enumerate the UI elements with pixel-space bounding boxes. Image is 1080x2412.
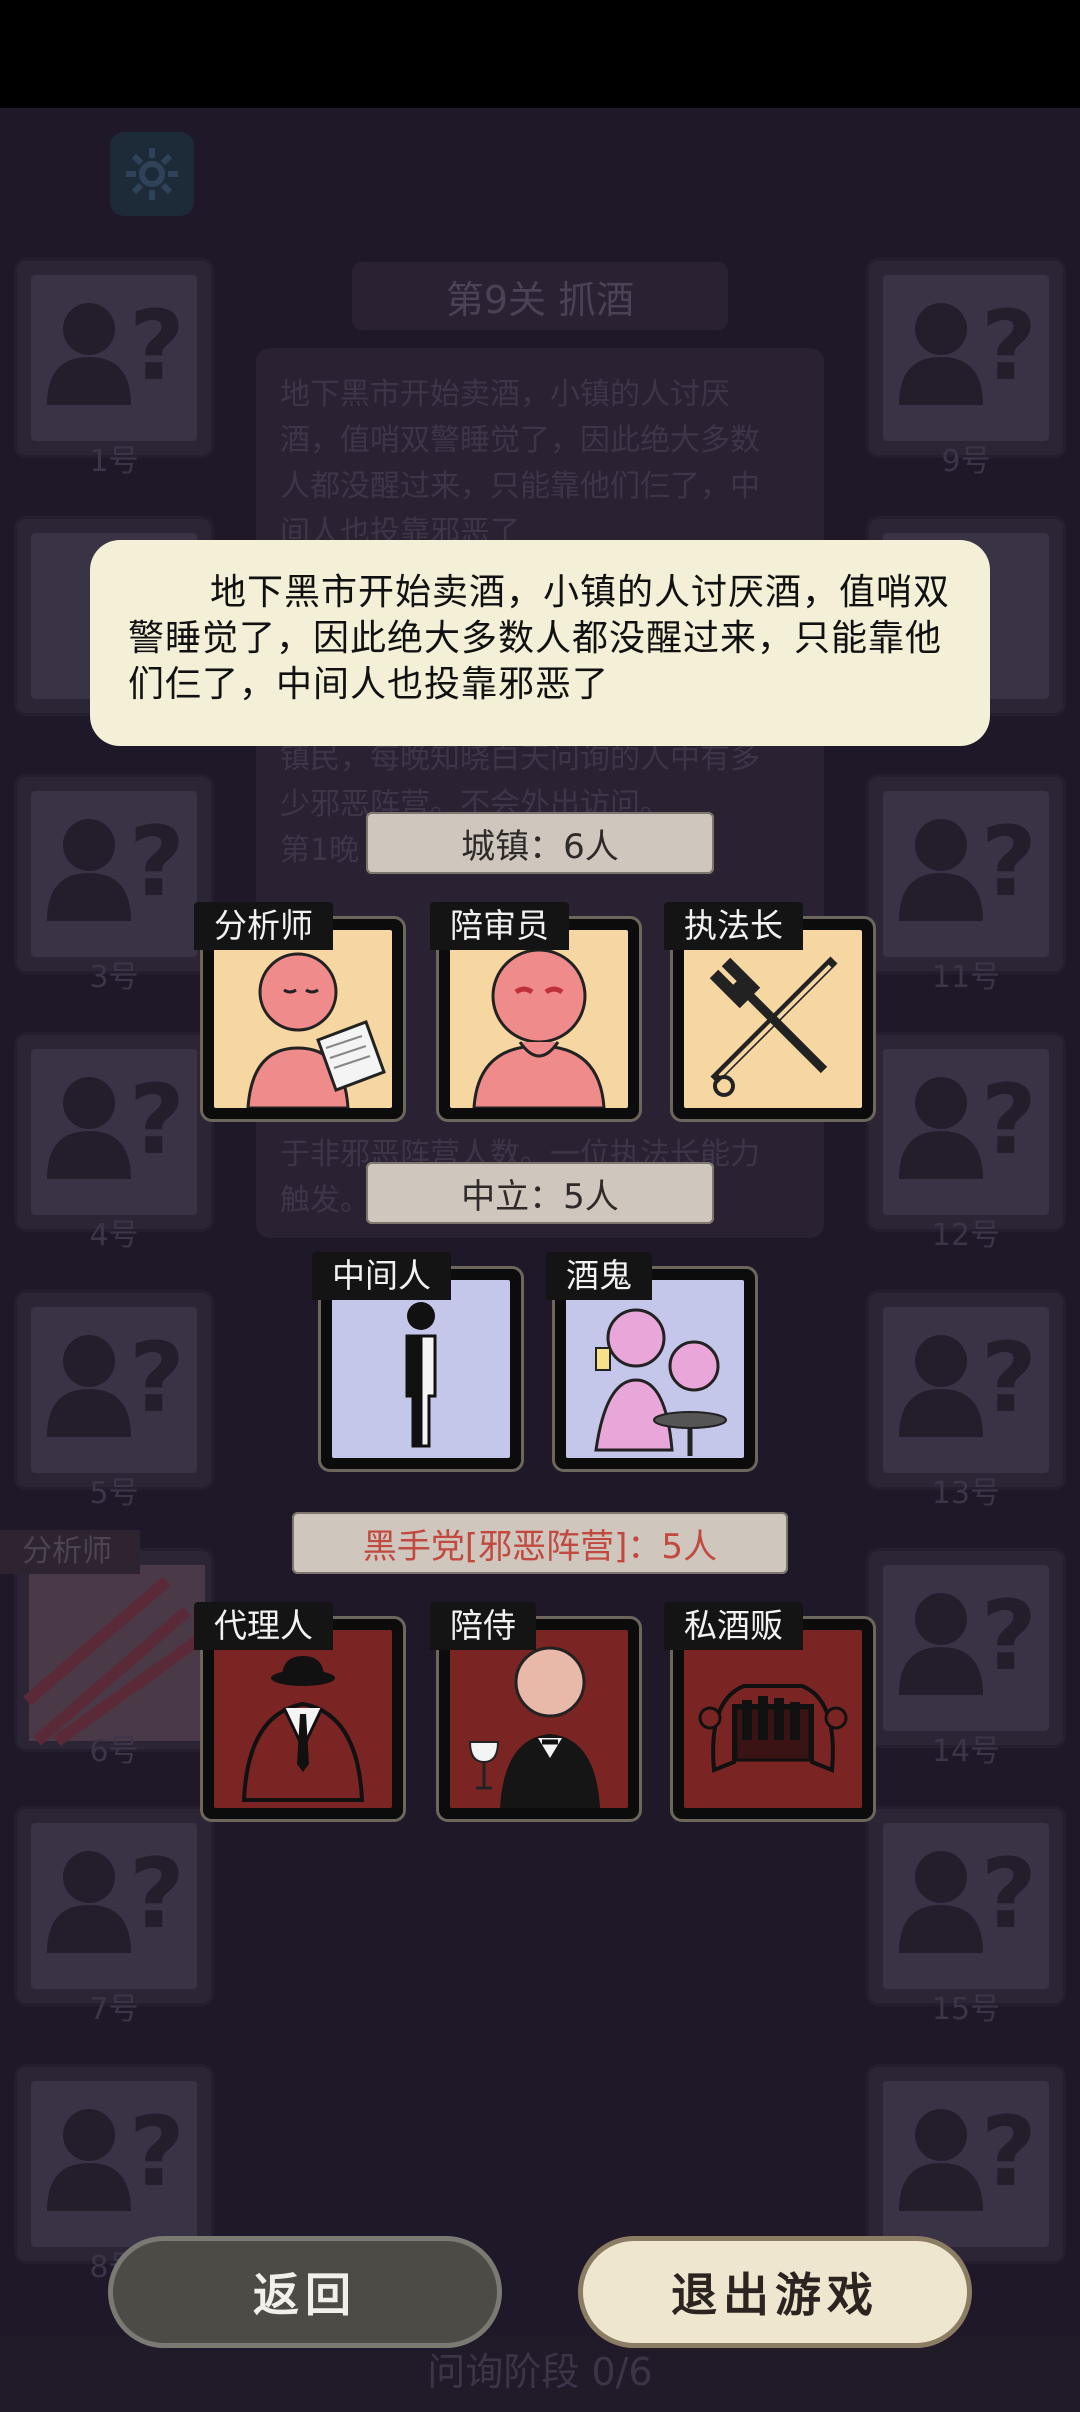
svg-text:?: ? xyxy=(981,2096,1037,2208)
unknown-player-icon: ? xyxy=(899,1064,1037,1179)
player-number: 1号 xyxy=(89,444,139,479)
player-number: 5号 xyxy=(89,1476,139,1511)
svg-text:?: ? xyxy=(129,1064,185,1176)
player-number: 12号 xyxy=(931,1218,1001,1253)
unknown-player-icon: ? xyxy=(47,290,185,405)
player-card[interactable]: ? xyxy=(866,1548,1066,1748)
settings-gear-icon[interactable] xyxy=(110,132,194,216)
svg-text:?: ? xyxy=(981,1838,1037,1950)
dead-player-card[interactable] xyxy=(14,1548,214,1752)
unknown-player-icon: ? xyxy=(47,1322,185,1437)
player-card[interactable]: ? xyxy=(14,774,214,974)
unknown-player-icon: ? xyxy=(899,1838,1037,1953)
player-number: 15号 xyxy=(931,1992,1001,2027)
player-card[interactable]: ? xyxy=(14,1032,214,1232)
level-intro-text: 地下黑市开始卖酒，小镇的人讨厌 酒，值哨双警睡觉了，因此绝大多数 人都没醒过来，… xyxy=(280,377,760,550)
role-name: 中间人 xyxy=(312,1252,451,1300)
unknown-player-icon: ? xyxy=(47,1838,185,1953)
player-card[interactable]: ? xyxy=(866,2064,1066,2264)
player-number: 7号 xyxy=(89,1992,139,2027)
svg-text:?: ? xyxy=(981,1322,1037,1434)
player-number: 11号 xyxy=(931,960,1001,995)
player-number: 13号 xyxy=(931,1476,1001,1511)
role-name: 陪审员 xyxy=(430,902,569,950)
level-intro-bubble: 地下黑市开始卖酒，小镇的人讨厌酒，值哨双警睡觉了，因此绝大多数人都没醒过来，只能… xyxy=(90,540,990,746)
unknown-player-icon: ? xyxy=(47,1064,185,1179)
mafia-agent-icon xyxy=(214,1630,392,1808)
unknown-player-icon: ? xyxy=(899,806,1037,921)
analyst-icon xyxy=(214,930,392,1108)
bootlegger-icon xyxy=(684,1630,862,1808)
player-card[interactable]: ? xyxy=(866,1290,1066,1490)
escort-icon xyxy=(450,1630,628,1808)
player-number: 6号 xyxy=(89,1734,139,1769)
role-name: 执法长 xyxy=(664,902,803,950)
role-name: 陪侍 xyxy=(430,1602,536,1650)
exit-game-button[interactable]: 退出游戏 xyxy=(578,2236,972,2348)
middleman-icon xyxy=(332,1280,510,1458)
town-group-label: 城镇：6人 xyxy=(366,812,714,874)
svg-text:?: ? xyxy=(129,290,185,402)
player-card[interactable]: ? xyxy=(14,1806,214,2006)
back-button[interactable]: 返回 xyxy=(108,2236,502,2348)
svg-text:?: ? xyxy=(981,290,1037,402)
unknown-player-icon: ? xyxy=(47,806,185,921)
player-number: 4号 xyxy=(89,1218,139,1253)
status-bar xyxy=(0,0,1080,108)
role-name: 代理人 xyxy=(194,1602,333,1650)
svg-text:?: ? xyxy=(129,1838,185,1950)
role-name: 私酒贩 xyxy=(664,1602,803,1650)
unknown-player-icon: ? xyxy=(899,2096,1037,2211)
evil-group-label: 黑手党[邪恶阵营]：5人 xyxy=(292,1512,788,1574)
svg-text:?: ? xyxy=(129,2096,185,2208)
unknown-player-icon: ? xyxy=(899,290,1037,405)
svg-text:?: ? xyxy=(981,806,1037,918)
level-intro-text: 地下黑市开始卖酒，小镇的人讨厌酒，值哨双警睡觉了，因此绝大多数人都没醒过来，只能… xyxy=(128,572,951,705)
player-number: 14号 xyxy=(931,1734,1001,1769)
player-number: 9号 xyxy=(941,444,991,479)
player-card[interactable]: ? xyxy=(866,1806,1066,2006)
unknown-player-icon: ? xyxy=(899,1580,1037,1695)
player-card[interactable]: ? xyxy=(866,774,1066,974)
svg-text:?: ? xyxy=(981,1064,1037,1176)
dead-player-role-label: 分析师 xyxy=(0,1530,140,1574)
neutral-group-label: 中立：5人 xyxy=(366,1162,714,1224)
role-name: 酒鬼 xyxy=(546,1252,652,1300)
player-number: 3号 xyxy=(89,960,139,995)
player-card[interactable]: ? xyxy=(14,2064,214,2264)
role-name: 分析师 xyxy=(194,902,333,950)
player-card[interactable]: ? xyxy=(14,1290,214,1490)
player-card[interactable]: ? xyxy=(14,258,214,458)
drunkard-icon xyxy=(566,1280,744,1458)
unknown-player-icon: ? xyxy=(47,2096,185,2211)
svg-text:?: ? xyxy=(129,806,185,918)
svg-text:?: ? xyxy=(981,1580,1037,1692)
svg-text:?: ? xyxy=(129,1322,185,1434)
unknown-player-icon: ? xyxy=(899,1322,1037,1437)
level-title: 第9关 抓酒 xyxy=(352,262,728,330)
game-screen: 第9关 抓酒 地下黑市开始卖酒，小镇的人讨厌 酒，值哨双警睡觉了，因此绝大多数 … xyxy=(0,0,1080,2412)
player-card[interactable]: ? xyxy=(866,258,1066,458)
juror-icon xyxy=(450,930,628,1108)
gavel-sword-icon xyxy=(684,930,862,1108)
player-card[interactable]: ? xyxy=(866,1032,1066,1232)
